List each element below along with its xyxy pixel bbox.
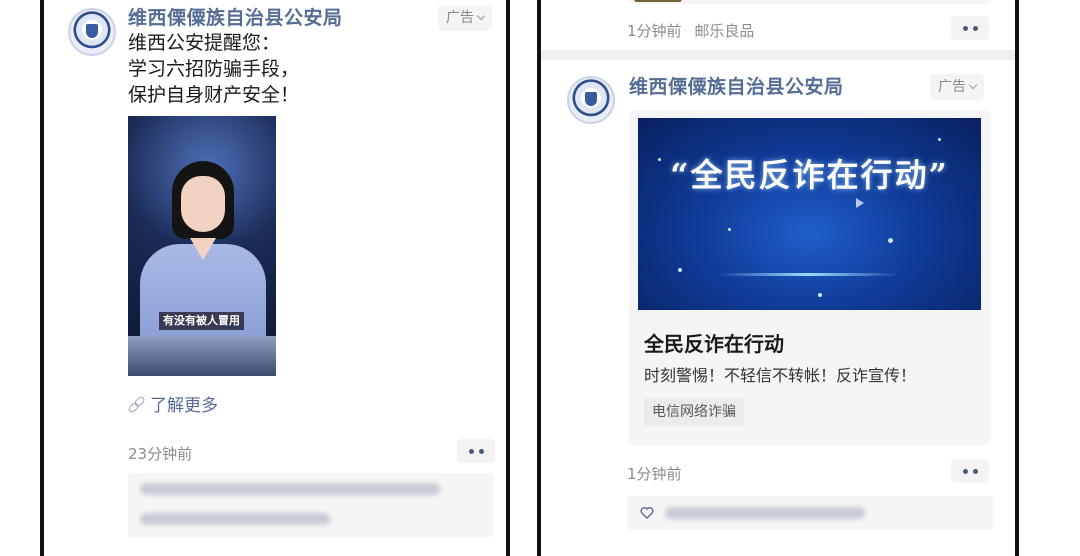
post-text-line: 保护自身财产安全！ xyxy=(128,84,300,106)
blurred-likes xyxy=(140,513,330,525)
ad-tag-label: 广告 xyxy=(938,79,966,95)
learn-more-link[interactable]: 了解更多 xyxy=(128,391,218,416)
previous-post-card-edge xyxy=(629,0,991,4)
sparkle xyxy=(818,293,822,297)
more-actions-button[interactable] xyxy=(457,439,495,463)
sparkle xyxy=(938,138,941,141)
officer-face xyxy=(181,176,225,232)
account-name[interactable]: 维西傈僳族自治县公安局 xyxy=(128,3,343,30)
blurred-likes xyxy=(665,507,865,519)
left-phone-frame: 维西傈僳族自治县公安局 广告 维西公安提醒您： 学习六招防骗手段， 保护自身财产… xyxy=(40,0,510,556)
police-avatar[interactable] xyxy=(68,8,116,56)
news-desk xyxy=(128,336,276,376)
more-dots-icon xyxy=(972,468,978,474)
right-phone-frame: 1分钟前 邮乐良品 维西傈僳族自治县公安局 广告 “全民反诈在行动” 全民反诈在… xyxy=(537,0,1019,556)
video-thumbnail[interactable]: 有没有被人冒用 xyxy=(128,116,276,376)
ad-tag-button[interactable]: 广告 xyxy=(438,5,492,31)
chevron-down-icon xyxy=(968,80,978,90)
more-dots-icon xyxy=(962,25,968,31)
light-beam xyxy=(718,273,898,276)
sparkle xyxy=(888,238,893,243)
banner-title: “全民反诈在行动” xyxy=(670,156,949,194)
sparkle xyxy=(728,228,731,231)
video-caption: 有没有被人冒用 xyxy=(159,312,244,330)
ad-tag-label: 广告 xyxy=(446,10,474,26)
heart-icon xyxy=(640,506,654,520)
previous-post-time: 1分钟前 邮乐良品 xyxy=(627,20,754,41)
account-name[interactable]: 维西傈僳族自治县公安局 xyxy=(629,72,844,99)
card-tag: 电信网络诈骗 xyxy=(644,398,744,426)
more-dots-icon xyxy=(468,448,474,454)
card-description: 时刻警惕！不轻信不转帐！反诈宣传！ xyxy=(644,366,917,385)
ad-tag-button[interactable]: 广告 xyxy=(930,74,984,100)
likes-area[interactable] xyxy=(627,496,993,530)
more-actions-button[interactable] xyxy=(951,16,989,40)
more-dots-icon xyxy=(478,448,484,454)
learn-more-label: 了解更多 xyxy=(150,396,218,416)
sparkle xyxy=(678,268,682,272)
post-text-line: 维西公安提醒您： xyxy=(128,32,281,54)
card-title: 全民反诈在行动 xyxy=(644,332,784,356)
previous-post-source[interactable]: 邮乐良品 xyxy=(694,22,754,40)
post-divider xyxy=(541,50,1015,60)
ad-banner[interactable]: “全民反诈在行动” xyxy=(638,118,981,310)
more-dots-icon xyxy=(972,25,978,31)
link-icon xyxy=(128,396,144,412)
post-time: 1分钟前 xyxy=(627,465,682,483)
police-avatar[interactable] xyxy=(567,76,615,124)
chevron-down-icon xyxy=(476,11,486,21)
more-dots-icon xyxy=(962,468,968,474)
more-actions-button[interactable] xyxy=(951,459,989,483)
comments-area[interactable] xyxy=(128,473,494,537)
post-text: 维西公安提醒您： 学习六招防骗手段， 保护自身财产安全！ xyxy=(128,30,299,108)
previous-post-time-value: 1分钟前 xyxy=(627,22,682,40)
ad-card[interactable]: “全民反诈在行动” 全民反诈在行动 时刻警惕！不轻信不转帐！反诈宣传！ 电信网络… xyxy=(629,110,991,445)
previous-post-thumb-edge xyxy=(634,0,682,2)
play-icon xyxy=(856,198,864,208)
blurred-likes xyxy=(140,483,440,495)
post-text-line: 学习六招防骗手段， xyxy=(128,58,300,80)
post-time: 23分钟前 xyxy=(128,445,193,463)
